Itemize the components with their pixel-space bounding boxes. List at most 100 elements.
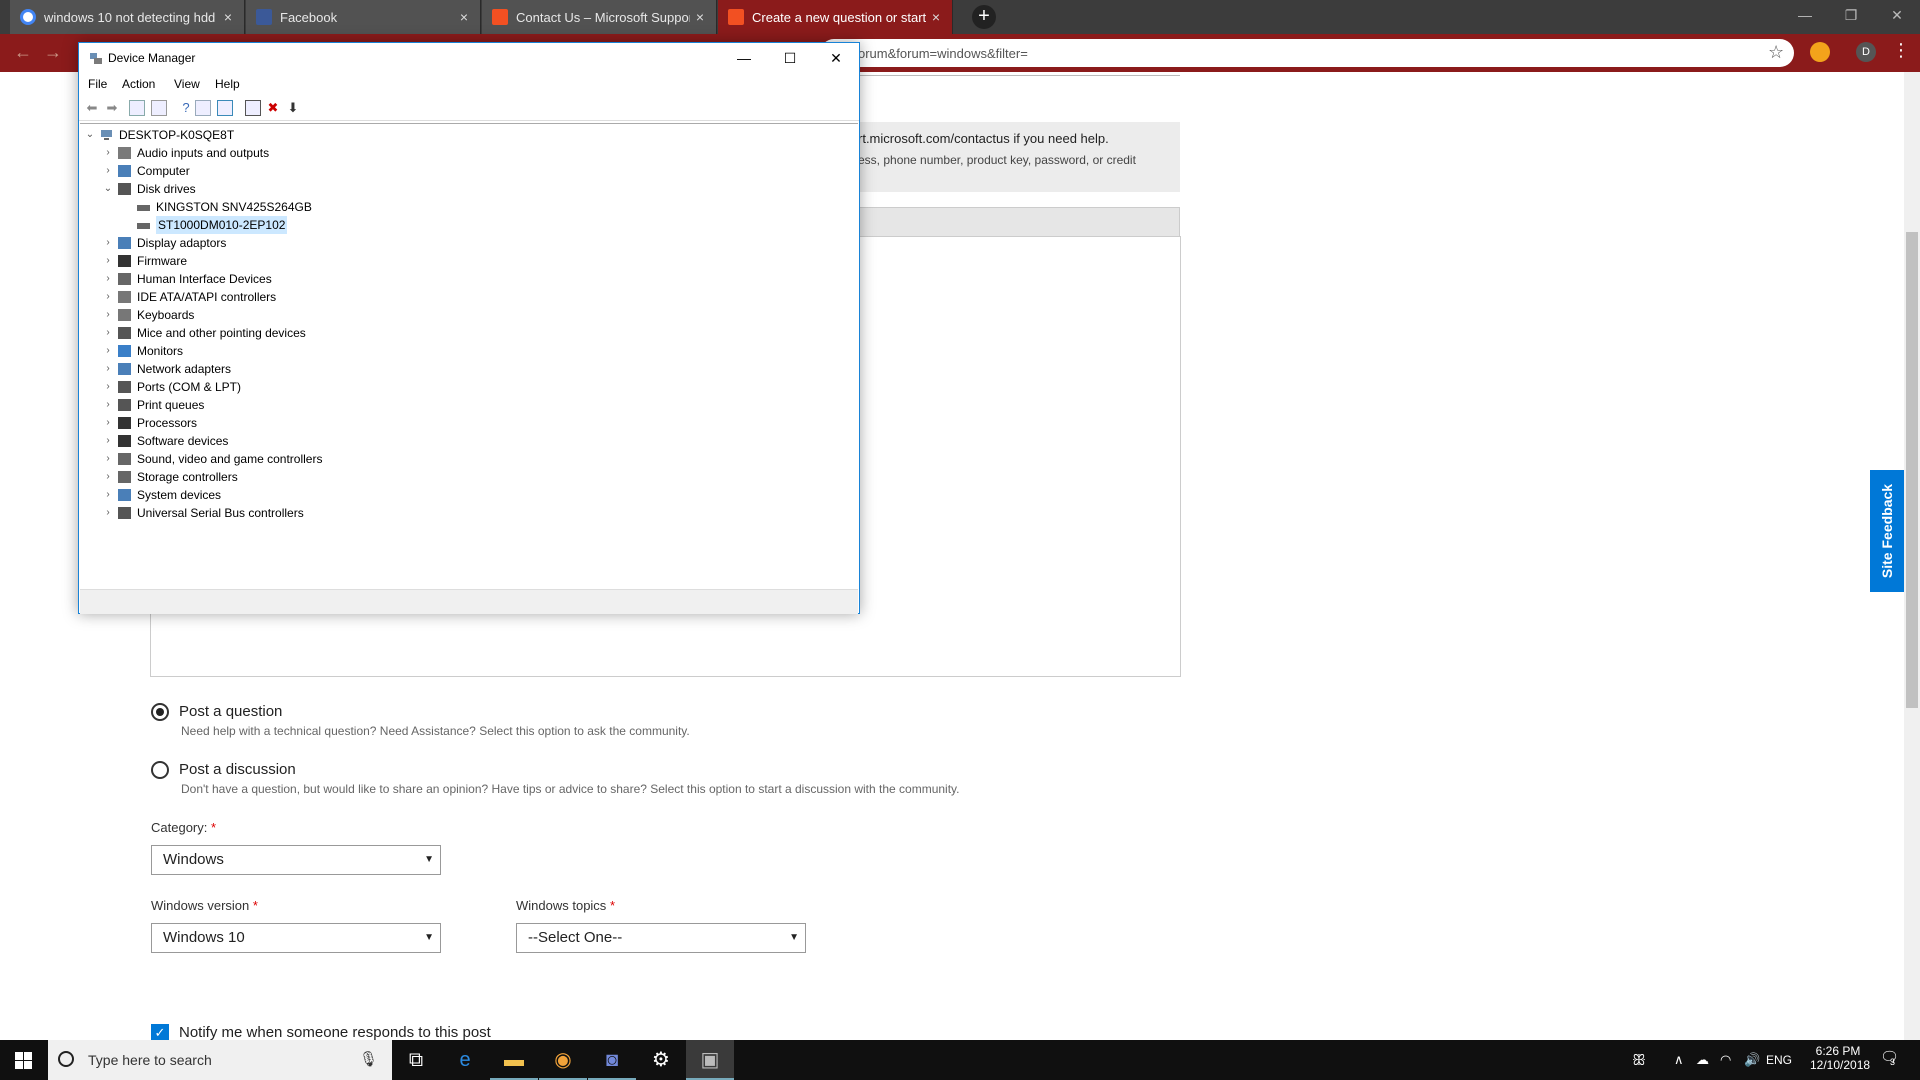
facebook-icon — [256, 9, 272, 25]
post-discussion-label[interactable]: Post a discussion — [179, 761, 296, 778]
device-manager-icon — [90, 53, 102, 64]
page-scrollbar-thumb[interactable] — [1906, 232, 1918, 708]
volume-icon[interactable]: 🔊 — [1744, 1052, 1760, 1068]
chevron-right-icon[interactable]: › — [102, 414, 114, 432]
close-tab-icon[interactable]: × — [926, 9, 946, 25]
tree-category-label: IDE ATA/ATAPI controllers — [137, 290, 277, 304]
chevron-right-icon[interactable]: › — [102, 432, 114, 450]
dm-menu-action[interactable]: Action — [122, 77, 155, 91]
tree-category-label: Firmware — [137, 254, 187, 268]
hard-disk-icon — [137, 223, 150, 229]
post-discussion-radio[interactable] — [151, 761, 169, 779]
chevron-right-icon[interactable]: › — [102, 450, 114, 468]
bookmark-star-icon[interactable]: ☆ — [1768, 42, 1784, 63]
new-tab-button[interactable]: + — [972, 5, 996, 29]
enable-device-icon[interactable]: ⬇ — [285, 100, 301, 116]
browser-menu-icon[interactable]: ⋮ — [1892, 40, 1910, 61]
browser-maximize-button[interactable]: ❐ — [1828, 0, 1874, 30]
chrome-icon[interactable]: ◉ — [539, 1040, 587, 1080]
browser-tab[interactable]: Contact Us – Microsoft Support × — [482, 0, 717, 34]
tree-category-label: Print queues — [137, 398, 205, 412]
windows-topics-select[interactable]: --Select One-- ▼ — [516, 923, 806, 953]
tree-category-label: Disk drives — [137, 182, 196, 196]
close-tab-icon[interactable]: × — [218, 9, 238, 25]
back-icon[interactable]: ⬅ — [84, 100, 100, 116]
notify-label[interactable]: Notify me when someone responds to this … — [179, 1024, 491, 1041]
post-question-radio[interactable] — [151, 703, 169, 721]
windows-topics-label-text: Windows topics — [516, 898, 607, 913]
tree-category-label: Ports (COM & LPT) — [137, 380, 242, 394]
device-manager-app-icon[interactable]: ▣ — [686, 1040, 734, 1080]
tree-category-label: Human Interface Devices — [137, 272, 272, 286]
chevron-right-icon[interactable]: › — [102, 234, 114, 252]
site-feedback-button[interactable]: Site Feedback — [1870, 470, 1904, 592]
onedrive-icon[interactable]: ☁ — [1696, 1052, 1709, 1068]
properties-icon[interactable] — [151, 100, 167, 116]
forward-arrow-icon[interactable]: → — [44, 42, 62, 63]
browser-tab[interactable]: Facebook × — [246, 0, 481, 34]
language-indicator[interactable]: ENG — [1766, 1053, 1792, 1067]
chevron-right-icon[interactable]: › — [102, 486, 114, 504]
browser-close-button[interactable]: ✕ — [1874, 0, 1920, 30]
microsoft-icon — [492, 9, 508, 25]
chevron-right-icon[interactable]: › — [102, 252, 114, 270]
extension-icon[interactable] — [1810, 42, 1830, 62]
uninstall-icon[interactable]: ✖ — [265, 100, 281, 116]
chevron-right-icon[interactable]: › — [102, 306, 114, 324]
chevron-right-icon[interactable]: › — [102, 144, 114, 162]
dm-menu-help[interactable]: Help — [215, 77, 240, 91]
chevron-right-icon[interactable]: › — [102, 162, 114, 180]
chevron-right-icon[interactable]: › — [102, 342, 114, 360]
windows-version-select[interactable]: Windows 10 ▼ — [151, 923, 441, 953]
chevron-right-icon[interactable]: › — [102, 324, 114, 342]
show-hide-console-tree-icon[interactable] — [129, 100, 145, 116]
monitor-icon — [118, 345, 131, 357]
chevron-right-icon[interactable]: › — [102, 378, 114, 396]
clock[interactable]: 6:26 PM 12/10/2018 — [1810, 1044, 1870, 1072]
chevron-right-icon[interactable]: › — [102, 360, 114, 378]
chevron-down-icon[interactable]: ⌄ — [102, 180, 114, 198]
start-button[interactable] — [0, 1040, 48, 1080]
edge-icon[interactable]: e — [441, 1040, 489, 1080]
chevron-right-icon[interactable]: › — [102, 288, 114, 306]
device-manager-titlebar[interactable]: Device Manager — ☐ ✕ — [79, 43, 859, 73]
dm-close-button[interactable]: ✕ — [813, 43, 859, 73]
browser-tab[interactable]: windows 10 not detecting hdd - × — [10, 0, 245, 34]
microphone-icon[interactable]: 🎙 — [359, 1050, 378, 1068]
dm-menu-view[interactable]: View — [174, 77, 200, 91]
post-question-label[interactable]: Post a question — [179, 703, 282, 720]
chevron-right-icon[interactable]: › — [102, 468, 114, 486]
action-pane-icon[interactable] — [195, 100, 211, 116]
site-feedback-label: Site Feedback — [1879, 483, 1895, 579]
windows-logo-icon — [15, 1052, 32, 1069]
help-icon[interactable]: ? — [178, 100, 194, 116]
show-hidden-icons-icon[interactable]: ∧ — [1674, 1052, 1684, 1068]
scan-hardware-icon[interactable] — [217, 100, 233, 116]
browser-minimize-button[interactable]: — — [1782, 0, 1828, 30]
category-select[interactable]: Windows ▼ — [151, 845, 441, 875]
tree-device-label: KINGSTON SNV425S264GB — [156, 200, 312, 214]
action-center-icon[interactable]: 🗨 3 — [1880, 1048, 1899, 1067]
people-icon[interactable]: ꕥ — [1632, 1052, 1646, 1069]
close-tab-icon[interactable]: × — [690, 9, 710, 25]
contactus-link[interactable]: rt.microsoft.com/contactus if you need h… — [858, 131, 1109, 146]
wifi-icon[interactable]: ◠ — [1720, 1052, 1731, 1068]
chevron-down-icon[interactable]: ⌄ — [84, 126, 96, 144]
dm-maximize-button[interactable]: ☐ — [767, 43, 813, 73]
chevron-right-icon[interactable]: › — [102, 504, 114, 522]
update-driver-icon[interactable] — [245, 100, 261, 116]
browser-tab-title: Facebook — [280, 9, 338, 25]
chevron-right-icon[interactable]: › — [102, 270, 114, 288]
settings-icon[interactable]: ⚙ — [637, 1040, 685, 1080]
back-arrow-icon[interactable]: ← — [14, 42, 32, 63]
forward-icon[interactable]: ➡ — [104, 100, 120, 116]
task-view-icon[interactable]: ⧉ — [392, 1040, 440, 1080]
chevron-right-icon[interactable]: › — [102, 396, 114, 414]
profile-avatar[interactable]: D — [1856, 42, 1876, 62]
browser-tab[interactable]: Create a new question or start a × — [718, 0, 953, 34]
dm-minimize-button[interactable]: — — [721, 43, 767, 73]
close-tab-icon[interactable]: × — [454, 9, 474, 25]
dm-menu-file[interactable]: File — [88, 77, 107, 91]
file-explorer-icon[interactable]: ▬ — [490, 1040, 538, 1080]
discord-icon[interactable]: ◙ — [588, 1040, 636, 1080]
